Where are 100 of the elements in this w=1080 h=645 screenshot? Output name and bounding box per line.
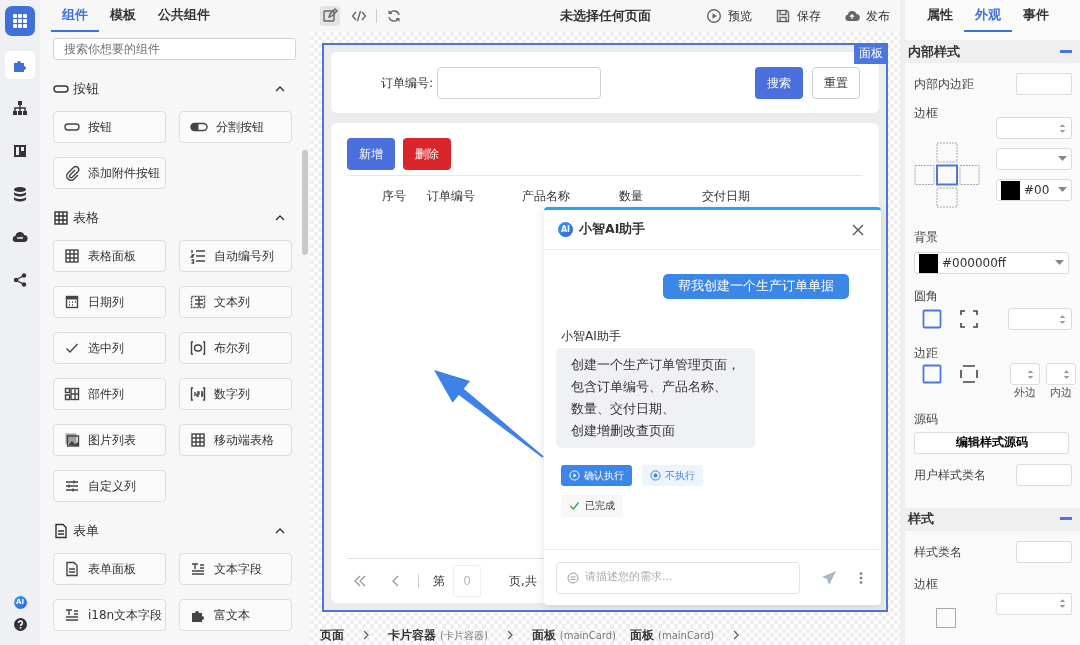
component-item[interactable]: 图片列表: [53, 424, 166, 456]
color-select[interactable]: #00: [996, 179, 1072, 201]
toolbar-button[interactable]: [320, 6, 340, 26]
toggle-column-icon: [190, 340, 206, 356]
app-grid-icon: [5, 6, 35, 36]
properties-tab[interactable]: 事件: [1012, 0, 1060, 32]
table-button[interactable]: 删除: [403, 138, 451, 170]
field-label: 用户样式类名: [914, 466, 986, 484]
number-field[interactable]: [1010, 363, 1040, 385]
inner-spacing-icon[interactable]: [959, 364, 979, 384]
pager-label: 页,共: [509, 573, 537, 590]
spinner-icon: [1063, 368, 1070, 380]
column-header: 序号: [382, 188, 407, 205]
search-field[interactable]: 搜索你想要的组件: [53, 38, 296, 60]
component-item[interactable]: 表单面板: [53, 553, 166, 585]
toolbar-action[interactable]: 发布: [844, 7, 890, 25]
input-field[interactable]: [437, 66, 602, 99]
properties-tab[interactable]: 外观: [964, 0, 1012, 32]
column-header: 交付日期: [702, 188, 751, 205]
assistant-message: 创建增删改查页面: [571, 421, 676, 440]
assistant-message: 创建一个生产订单管理页面，: [571, 355, 740, 374]
edit-icon: [322, 8, 338, 24]
component-item[interactable]: 文本字段: [179, 553, 292, 585]
component-item[interactable]: 部件列: [53, 378, 166, 410]
properties-tab[interactable]: 属性: [916, 0, 964, 32]
help-icon[interactable]: [13, 618, 27, 631]
number-field[interactable]: [1008, 308, 1072, 330]
panel-tab[interactable]: 组件: [51, 0, 99, 32]
scrollbar-thumb[interactable]: [302, 150, 308, 255]
spinner-icon: [1059, 598, 1066, 609]
database-icon: [12, 186, 28, 202]
panel-tab[interactable]: 公共组件: [147, 0, 221, 32]
cloud-upload-icon: [844, 8, 860, 24]
caret-icon: [1058, 187, 1067, 193]
ai-logo: AI: [558, 222, 573, 237]
text-field[interactable]: [1016, 73, 1072, 95]
component-item[interactable]: 自动编号列: [179, 240, 292, 272]
close-icon[interactable]: [851, 222, 865, 237]
component-item[interactable]: 表格面板: [53, 240, 166, 272]
more-icon[interactable]: [859, 570, 863, 585]
component-item[interactable]: 分割按钮: [179, 111, 292, 143]
table-button[interactable]: 新增: [347, 138, 395, 170]
color-select[interactable]: #000000ff: [914, 252, 1069, 274]
field-label: 样式类名: [914, 543, 962, 561]
widget-column-icon: [64, 386, 80, 402]
select-field[interactable]: [996, 148, 1072, 170]
play-icon: [706, 8, 722, 24]
breadcrumb-link[interactable]: 面板 (mainCard): [531, 626, 616, 644]
component-item[interactable]: i18n文本字段: [53, 599, 166, 631]
grid-icon: [64, 248, 80, 264]
field-label: 边框: [914, 575, 939, 593]
number-field[interactable]: [996, 592, 1072, 615]
component-item[interactable]: 移动端表格: [179, 424, 292, 456]
chat-action-button[interactable]: 确认执行: [561, 464, 632, 486]
column-header: 订单编号: [427, 188, 476, 205]
text-field[interactable]: [1016, 540, 1072, 563]
first-page-icon[interactable]: [353, 574, 367, 588]
component-item[interactable]: 日期列: [53, 286, 166, 318]
component-item[interactable]: 数字列: [179, 378, 292, 410]
breadcrumb-link[interactable]: 面板 (mainCard): [630, 626, 715, 644]
breadcrumb-link[interactable]: 卡片容器 (卡片容器): [388, 626, 488, 644]
text-field[interactable]: [1016, 463, 1072, 486]
toolbar-action[interactable]: 保存: [775, 7, 821, 25]
save-icon: [775, 8, 791, 24]
color-swatch: [1001, 180, 1020, 200]
grid-icon: [190, 432, 206, 448]
spinner-icon: [1059, 122, 1066, 134]
component-item[interactable]: 按钮: [53, 111, 166, 143]
component-item[interactable]: 富文本: [179, 599, 292, 631]
component-item[interactable]: 选中列: [53, 332, 166, 364]
component-item[interactable]: 自定义列: [53, 470, 166, 502]
rounded-corner-icon[interactable]: [959, 309, 979, 329]
pill-icon: [53, 84, 69, 94]
number-field[interactable]: [996, 117, 1072, 139]
share-icon: [12, 272, 28, 288]
border-picker-drawing: [914, 142, 980, 208]
column-header: 数量: [619, 188, 644, 205]
field-caption: 外边: [1013, 385, 1037, 401]
assistant-message: 包含订单编号、产品名称、: [571, 377, 728, 396]
number-field[interactable]: [1046, 363, 1076, 385]
component-item[interactable]: 文本列: [179, 286, 292, 318]
panel-tab[interactable]: 模板: [99, 0, 147, 32]
form-button[interactable]: 重置: [812, 67, 860, 99]
component-item[interactable]: 添加附件按钮: [53, 157, 166, 189]
column-header: 产品名称: [522, 188, 571, 205]
field-caption: 内边: [1049, 385, 1073, 401]
status-chip: 已完成: [561, 493, 623, 517]
breadcrumb-link[interactable]: 页面: [320, 626, 344, 644]
outer-spacing-icon[interactable]: [922, 364, 942, 384]
component-item[interactable]: 布尔列: [179, 332, 292, 364]
form-button[interactable]: 搜索: [755, 67, 803, 99]
toolbar-action[interactable]: 预览: [706, 7, 752, 25]
send-icon[interactable]: [821, 569, 837, 586]
square-corner-icon[interactable]: [922, 309, 942, 329]
edit-source-button[interactable]: 编辑样式源码: [914, 431, 1069, 454]
text-field-icon: [190, 561, 206, 577]
page-title: 未选择任何页面: [559, 7, 651, 26]
minus-icon: [1060, 49, 1072, 54]
assistant-message: 数量、交付日期、: [571, 399, 676, 418]
field-label: 边框: [914, 105, 939, 122]
